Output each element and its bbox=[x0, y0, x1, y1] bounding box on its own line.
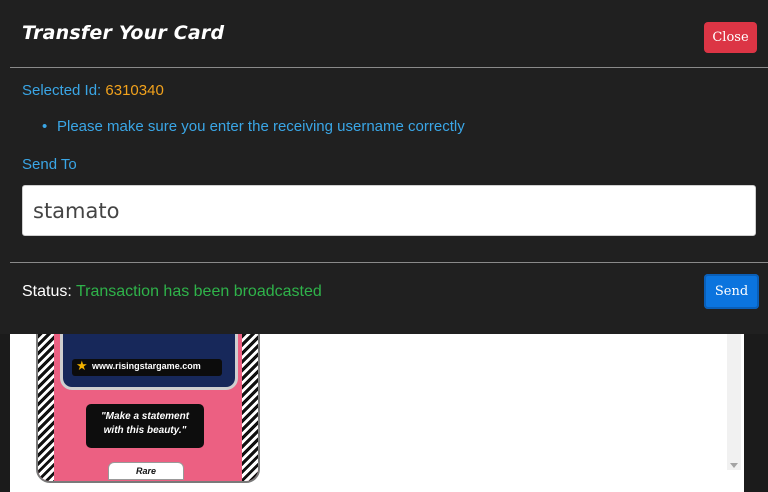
close-button[interactable]: Close bbox=[704, 22, 757, 53]
selected-id-value: 6310340 bbox=[105, 82, 164, 99]
status-label: Status: bbox=[22, 283, 72, 300]
footer-divider bbox=[10, 262, 768, 263]
username-input[interactable] bbox=[22, 185, 756, 236]
notice-list: • Please make sure you enter the receivi… bbox=[22, 118, 465, 135]
card-url: www.risingstargame.com bbox=[92, 361, 201, 371]
send-to-label: Send To bbox=[22, 156, 77, 173]
modal-header: Transfer Your Card Close bbox=[0, 0, 768, 67]
card-frame: ★ www.risingstargame.com "Make a stateme… bbox=[36, 334, 260, 483]
bullet-icon: • bbox=[42, 118, 48, 135]
status-message: Transaction has been broadcasted bbox=[75, 283, 322, 300]
card-quote-box: "Make a statement with this beauty." bbox=[86, 404, 204, 448]
card-rarity-tab: Rare bbox=[108, 462, 184, 480]
selected-id: Selected Id: 6310340 bbox=[22, 82, 164, 99]
scroll-down-arrow-icon[interactable] bbox=[730, 463, 738, 468]
card-rarity: Rare bbox=[135, 466, 156, 476]
scrollbar[interactable] bbox=[727, 334, 741, 470]
selected-id-label: Selected Id: bbox=[22, 82, 102, 99]
send-button[interactable]: Send bbox=[704, 274, 759, 309]
card-preview-area: ★ www.risingstargame.com "Make a stateme… bbox=[10, 334, 744, 492]
star-icon: ★ bbox=[76, 358, 88, 373]
status-line: Status: Transaction has been broadcasted bbox=[22, 283, 322, 301]
notice-text: Please make sure you enter the receiving… bbox=[57, 118, 465, 135]
modal-title: Transfer Your Card bbox=[22, 22, 225, 44]
transfer-card-modal: Transfer Your Card Close Selected Id: 63… bbox=[0, 0, 768, 334]
card-stripe-right bbox=[242, 334, 258, 481]
header-divider bbox=[10, 67, 768, 68]
card-stripe-left bbox=[38, 334, 54, 481]
card-quote: "Make a statement with this beauty." bbox=[100, 411, 190, 436]
card-url-bar: ★ www.risingstargame.com bbox=[72, 358, 222, 376]
notice-item: • Please make sure you enter the receivi… bbox=[22, 118, 465, 135]
